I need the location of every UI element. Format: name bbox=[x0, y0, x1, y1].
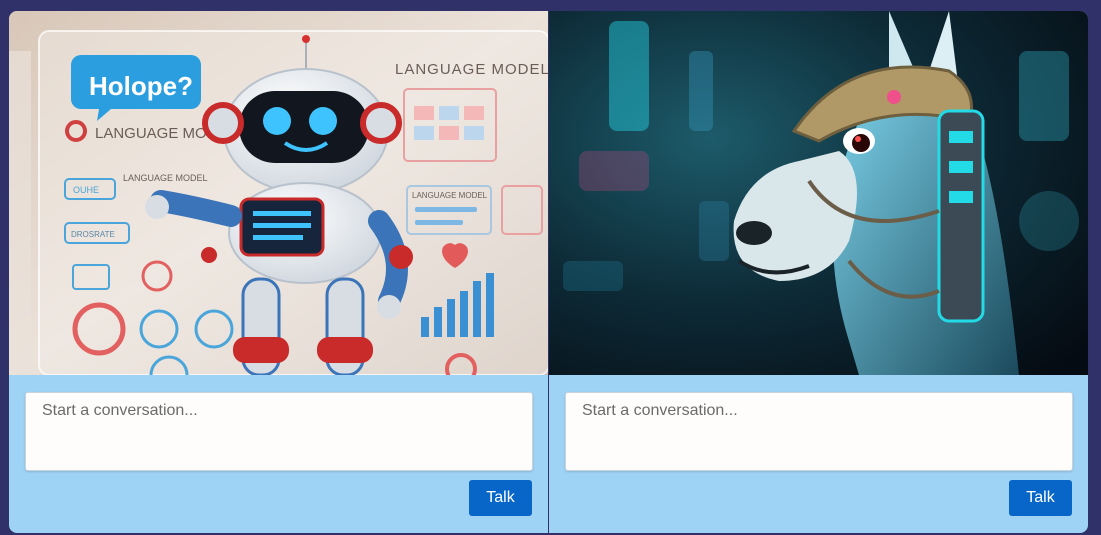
chat-panel-llama: Talk bbox=[548, 11, 1088, 533]
llama-illustration bbox=[549, 11, 1088, 375]
robot-illustration: LANGUAGE MODEL Holope? LANGUAGE MODEL LA… bbox=[9, 11, 548, 375]
speech-bubble-text: Holope? bbox=[89, 71, 193, 101]
composer-llama: Talk bbox=[549, 375, 1088, 533]
composer-robot: Talk bbox=[9, 375, 548, 533]
label-language-model-right: LANGUAGE MODEL bbox=[412, 191, 488, 200]
llama-image bbox=[549, 11, 1088, 375]
message-input[interactable] bbox=[25, 392, 533, 471]
talk-button[interactable]: Talk bbox=[469, 480, 532, 516]
chip-one-text: OUHE bbox=[73, 185, 99, 195]
robot-image: LANGUAGE MODEL Holope? LANGUAGE MODEL LA… bbox=[9, 11, 548, 375]
app-frame: LANGUAGE MODEL Holope? LANGUAGE MODEL LA… bbox=[9, 11, 1088, 533]
talk-button[interactable]: Talk bbox=[1009, 480, 1072, 516]
chip-two-text: DROSRATE bbox=[71, 230, 115, 239]
label-language-model-small: LANGUAGE MODEL bbox=[123, 173, 208, 183]
robot-heading: LANGUAGE MODEL bbox=[395, 61, 548, 78]
chat-panel-robot: LANGUAGE MODEL Holope? LANGUAGE MODEL LA… bbox=[9, 11, 548, 533]
message-input[interactable] bbox=[565, 392, 1073, 471]
